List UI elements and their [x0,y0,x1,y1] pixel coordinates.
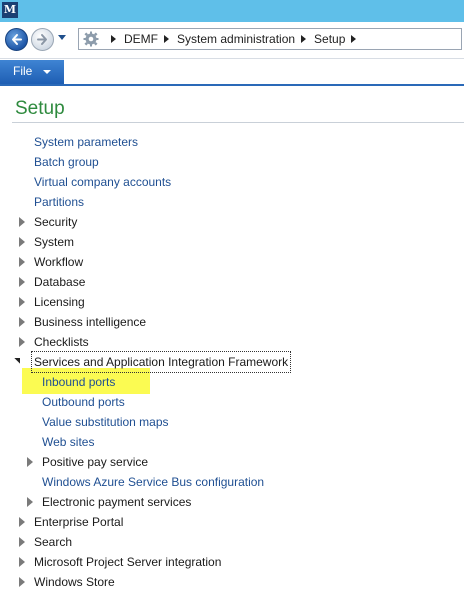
file-menu-label: File [13,64,33,78]
expand-arrow-icon[interactable] [19,297,25,307]
window-titlebar: M [0,0,464,22]
tree-link-partitions[interactable]: Partitions [34,192,84,212]
address-bar[interactable]: DEMF System administration Setup [78,28,462,50]
navigation-bar: DEMF System administration Setup [0,22,464,59]
expand-arrow-icon[interactable] [19,517,25,527]
expand-arrow-icon[interactable] [19,557,25,567]
tree-node-checklists[interactable]: Checklists [34,332,89,352]
file-menu-button[interactable]: File [0,60,64,84]
tree-node-workflow[interactable]: Workflow [34,252,83,272]
expand-arrow-icon[interactable] [19,257,25,267]
expand-arrow-icon[interactable] [19,577,25,587]
tree-node-positive-pay-service[interactable]: Positive pay service [42,452,148,472]
back-button[interactable] [5,28,28,51]
breadcrumb-separator-icon[interactable] [351,35,357,43]
breadcrumb-separator-icon[interactable] [301,35,307,43]
tree-node-enterprise-portal[interactable]: Enterprise Portal [34,512,123,532]
tree-link-value-substitution-maps[interactable]: Value substitution maps [42,412,169,432]
tree-node-electronic-payment-services[interactable]: Electronic payment services [42,492,191,512]
tree-node-database[interactable]: Database [34,272,85,292]
tree-node-security[interactable]: Security [34,212,77,232]
breadcrumb-item-system-administration[interactable]: System administration [177,32,295,46]
chevron-down-icon [43,70,51,74]
tree-node-services-aif[interactable]: Services and Application Integration Fra… [30,351,292,373]
tree-node-licensing[interactable]: Licensing [34,292,85,312]
breadcrumb-separator-icon[interactable] [164,35,169,43]
tree-link-system-parameters[interactable]: System parameters [34,132,138,152]
tree-link-batch-group[interactable]: Batch group [34,152,99,172]
history-dropdown-icon[interactable] [58,35,66,40]
tree-node-project-server-integration[interactable]: Microsoft Project Server integration [34,552,221,572]
tree-node-windows-store[interactable]: Windows Store [34,572,115,592]
title-divider [12,122,464,123]
collapse-arrow-icon[interactable] [14,352,26,364]
expand-arrow-icon[interactable] [19,317,25,327]
gear-icon [83,31,99,47]
back-arrow-icon [12,34,22,45]
tree-node-business-intelligence[interactable]: Business intelligence [34,312,146,332]
expand-arrow-icon[interactable] [19,537,25,547]
breadcrumb-separator-icon[interactable] [111,35,116,43]
tree-link-outbound-ports[interactable]: Outbound ports [42,392,125,412]
menu-bar: File [0,59,464,86]
forward-button[interactable] [31,28,54,51]
tree-link-web-sites[interactable]: Web sites [42,432,94,452]
expand-arrow-icon[interactable] [19,277,25,287]
breadcrumb-item-setup[interactable]: Setup [314,32,345,46]
tree-node-search[interactable]: Search [34,532,72,552]
expand-arrow-icon[interactable] [27,457,33,467]
tree-node-system[interactable]: System [34,232,74,252]
tree-link-virtual-company-accounts[interactable]: Virtual company accounts [34,172,171,192]
page-title: Setup [15,98,65,119]
app-logo-icon: M [2,2,18,18]
tree-link-inbound-ports[interactable]: Inbound ports [42,372,115,392]
forward-arrow-icon [37,34,47,45]
expand-arrow-icon[interactable] [19,237,25,247]
expand-arrow-icon[interactable] [19,217,25,227]
expand-arrow-icon[interactable] [19,337,25,347]
breadcrumb-item-demf[interactable]: DEMF [124,32,158,46]
expand-arrow-icon[interactable] [27,497,33,507]
tree-link-azure-service-bus[interactable]: Windows Azure Service Bus configuration [42,472,264,492]
